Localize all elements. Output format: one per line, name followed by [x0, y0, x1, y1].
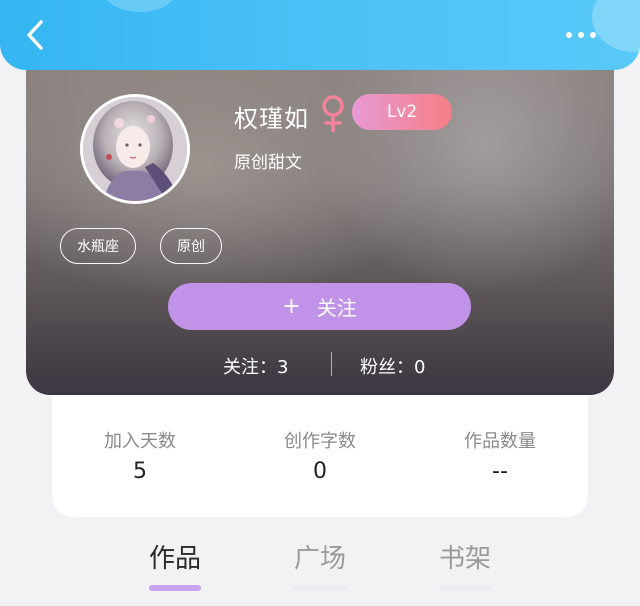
more-dot [590, 32, 596, 38]
username: 权瑾如 [234, 105, 309, 133]
stat-label: 加入天数 [104, 431, 176, 452]
stat-join-days: 加入天数 5 [70, 427, 210, 484]
stats-panel: 加入天数 5 创作字数 0 作品数量 -- [52, 395, 588, 517]
stat-label: 作品数量 [464, 431, 536, 452]
tab-indicator [439, 585, 491, 591]
tab-bookshelf[interactable]: 书架 [420, 538, 510, 591]
fans-count[interactable]: 粉丝：0 [360, 353, 425, 379]
stat-value: 0 [313, 459, 327, 484]
following-count[interactable]: 关注：3 [223, 353, 288, 379]
more-options-button[interactable] [556, 20, 606, 50]
back-button[interactable] [18, 18, 52, 52]
divider [331, 352, 332, 376]
profile-tag[interactable]: 水瓶座 [60, 228, 136, 264]
stat-works-count: 作品数量 -- [430, 427, 570, 484]
stat-value: 5 [133, 459, 147, 484]
follow-button[interactable]: + 关注 [168, 283, 471, 330]
profile-tag[interactable]: 原创 [160, 228, 222, 264]
chevron-left-icon [27, 20, 43, 50]
level-badge: Lv2 [352, 94, 452, 130]
stat-word-count: 创作字数 0 [250, 427, 390, 484]
decorative-bubble [100, 0, 180, 12]
tab-label: 书架 [438, 544, 491, 574]
stat-label: 创作字数 [284, 431, 356, 452]
tab-label: 广场 [293, 544, 346, 574]
tab-label: 作品 [148, 544, 201, 574]
tab-indicator [149, 585, 201, 591]
profile-card: 权瑾如 Lv2 原创甜文 水瓶座 原创 + 关注 关注：3 粉丝：0 [26, 40, 614, 395]
more-dot [578, 32, 584, 38]
plus-icon: + [282, 294, 301, 319]
avatar-illustration [83, 97, 187, 201]
female-icon [322, 95, 344, 132]
stat-value: -- [492, 459, 508, 484]
follow-button-label: 关注 [316, 296, 357, 320]
avatar[interactable] [80, 94, 190, 204]
tab-square[interactable]: 广场 [275, 538, 365, 591]
top-app-bar [0, 0, 640, 70]
more-horizontal-icon [566, 32, 572, 38]
tab-works[interactable]: 作品 [130, 538, 220, 591]
tab-indicator [294, 585, 346, 591]
profile-bio: 原创甜文 [234, 153, 302, 173]
